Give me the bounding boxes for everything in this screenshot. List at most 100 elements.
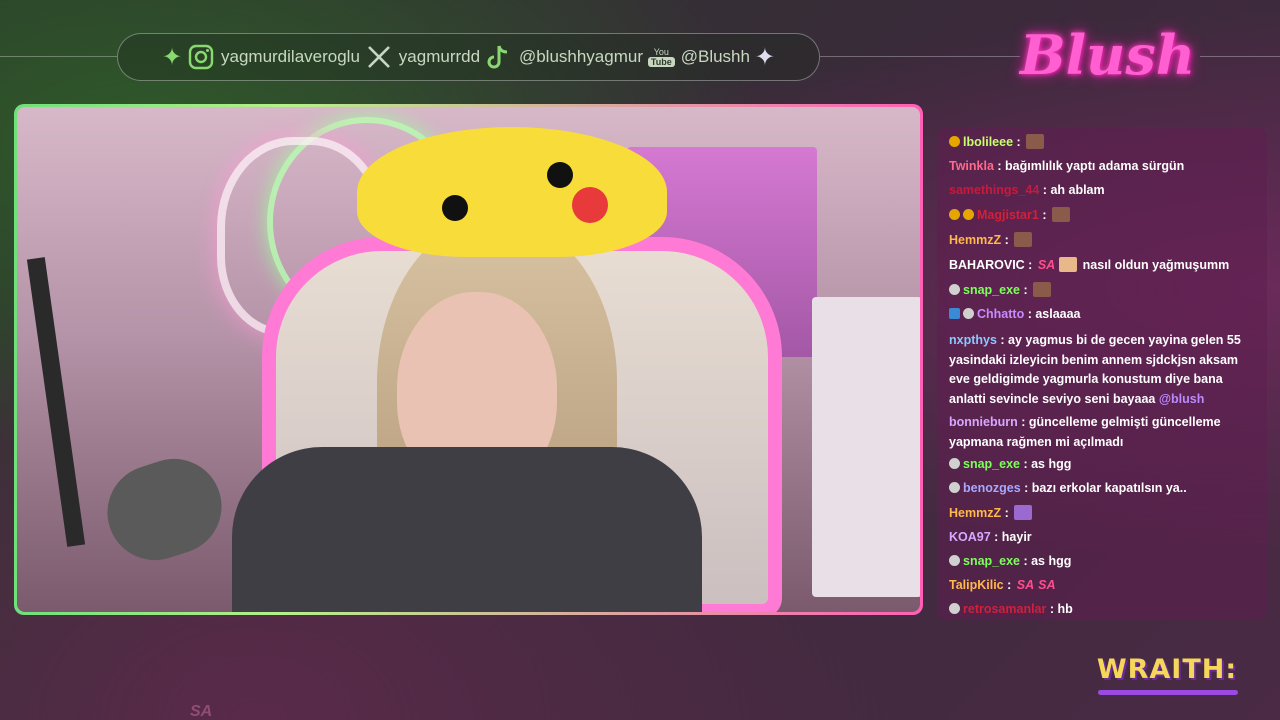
x-username: yagmurrdd: [398, 47, 481, 66]
chat-message: BAHAROVIC : SA nasıl oldun yağmuşumm: [949, 257, 1257, 273]
chat-username: Chhatto: [977, 307, 1025, 321]
chat-message: TalipKilic : SA SA: [949, 578, 1257, 593]
chat-separator: :: [1024, 307, 1036, 321]
youtube-icon: You Tube: [647, 47, 675, 67]
chat-text: aslaaaa: [1035, 307, 1081, 321]
watermark-sa: SA: [190, 703, 213, 720]
youtube-username: @Blushh: [680, 47, 750, 66]
chat-username: snap_exe: [963, 554, 1020, 568]
instagram-handle: yagmurdilaveroglu: [187, 43, 360, 71]
top-divider-right: [820, 56, 1020, 57]
top-divider-left: [0, 56, 117, 57]
chat-message: retrosamanlar : hb: [949, 602, 1257, 617]
x-logo-icon: [365, 43, 393, 71]
chat-panel: lbolileee : Twinkla : bağımlılık yaptı a…: [937, 128, 1267, 619]
chat-message: KOA97 : hayir: [949, 530, 1257, 545]
chat-message: Chhatto : aslaaaa: [949, 307, 1257, 322]
rank-badge-icon: [949, 209, 960, 220]
emote-icon: [1033, 282, 1052, 297]
chat-message: snap_exe : as hgg: [949, 554, 1257, 569]
sub-badge-icon: [949, 136, 960, 147]
chat-message: Twinkla : bağımlılık yaptı adama sürgün: [949, 159, 1257, 174]
chat-username: Twinkla: [949, 159, 994, 173]
youtube-handle: You Tube @Blushh: [647, 47, 750, 67]
chat-username: samethings_44: [949, 183, 1040, 197]
chat-message: HemmzZ :: [949, 505, 1257, 521]
chat-text: bazı erkolar kapatılsın ya..: [1031, 481, 1187, 495]
chat-separator: :: [996, 333, 1009, 347]
social-links-bar: ✦ yagmurdilaveroglu yagmurrdd @blushhyag…: [117, 33, 820, 81]
chat-separator: :: [1013, 135, 1025, 149]
emote-icon: [1059, 257, 1078, 272]
chat-separator: :: [1003, 578, 1015, 592]
chat-username: TalipKilic: [949, 578, 1004, 592]
chat-username: HemmzZ: [949, 506, 1002, 520]
emote-icon: [1014, 505, 1033, 520]
chat-message: Magjistar1 :: [949, 207, 1257, 223]
chat-separator: :: [990, 530, 1002, 544]
webcam-frame: [14, 104, 923, 615]
chat-separator: :: [1001, 233, 1013, 247]
chat-text: as hgg: [1031, 554, 1072, 568]
hat-cheek: [572, 187, 608, 223]
wraith-underline: [1098, 690, 1238, 695]
hat-eye-right: [547, 162, 573, 188]
chat-text: nasıl oldun yağmuşumm: [1082, 258, 1230, 272]
blush-logo: Blush: [1020, 23, 1196, 87]
chat-separator: :: [993, 159, 1006, 173]
chat-message: snap_exe :: [949, 282, 1257, 298]
hat-eye-left: [442, 195, 468, 221]
chat-message: samethings_44 : ah ablam: [949, 183, 1257, 198]
verified-badge-icon: [949, 308, 960, 319]
chat-username: BAHAROVIC: [949, 258, 1025, 272]
chat-message: benozges : bazı erkolar kapatılsın ya..: [949, 481, 1257, 496]
webcam-feed: [17, 107, 920, 612]
chat-username: KOA97: [949, 530, 991, 544]
chat-message: bonnieburn : güncelleme gelmişti güncell…: [949, 413, 1257, 452]
chat-username: Magjistar1: [977, 208, 1039, 222]
chat-text: bağımlılık yaptı adama sürgün: [1005, 159, 1185, 173]
emote-icon: [1051, 207, 1070, 222]
chat-username: HemmzZ: [949, 233, 1002, 247]
chat-separator: :: [1019, 554, 1032, 568]
x-handle: yagmurrdd: [365, 43, 480, 71]
chat-message: snap_exe : as hgg: [949, 457, 1257, 472]
chat-message: lbolileee :: [949, 134, 1257, 150]
pikachu-hat: [357, 127, 667, 257]
sparkle-right-icon: ✦: [754, 43, 775, 71]
chat-text: hb: [1057, 602, 1073, 616]
crown-badge-icon: [963, 209, 974, 220]
chat-separator: :: [1020, 481, 1032, 495]
chat-message: HemmzZ :: [949, 232, 1257, 248]
tiktok-username: @blushhyagmur: [518, 47, 643, 66]
chat-username: lbolileee: [963, 135, 1014, 149]
user-badge-icon: [949, 482, 960, 493]
chat-message: nxpthys : ay yagmus bi de gecen yayina g…: [949, 331, 1257, 409]
emote-icon: [1026, 134, 1045, 149]
sparkle-left-icon: ✦: [162, 43, 183, 71]
user-badge-icon: [949, 555, 960, 566]
chat-separator: :: [1039, 183, 1051, 197]
chat-username: snap_exe: [963, 457, 1020, 471]
instagram-icon: [187, 43, 215, 71]
streamer-shirt: [232, 447, 702, 612]
sa-emote: SA: [1038, 578, 1056, 592]
chat-text: ah ablam: [1050, 183, 1105, 197]
microphone: [95, 446, 234, 573]
background-cabinet: [812, 297, 920, 597]
user-badge-icon: [949, 458, 960, 469]
instagram-username: yagmurdilaveroglu: [221, 47, 360, 66]
chat-separator: :: [1038, 208, 1050, 222]
chat-separator: :: [1019, 283, 1032, 297]
user-badge-icon: [949, 284, 960, 295]
chat-separator: :: [1001, 506, 1013, 520]
sa-emote: SA: [1037, 258, 1056, 272]
chat-separator: :: [1017, 415, 1029, 429]
emote-icon: [1014, 232, 1033, 247]
tiktok-handle: @blushhyagmur: [485, 43, 643, 71]
sa-emote: SA: [1016, 578, 1035, 592]
chat-username: benozges: [963, 481, 1021, 495]
chat-mention[interactable]: @blush: [1159, 392, 1205, 406]
chat-separator: :: [1046, 602, 1058, 616]
chat-separator: :: [1024, 258, 1036, 272]
